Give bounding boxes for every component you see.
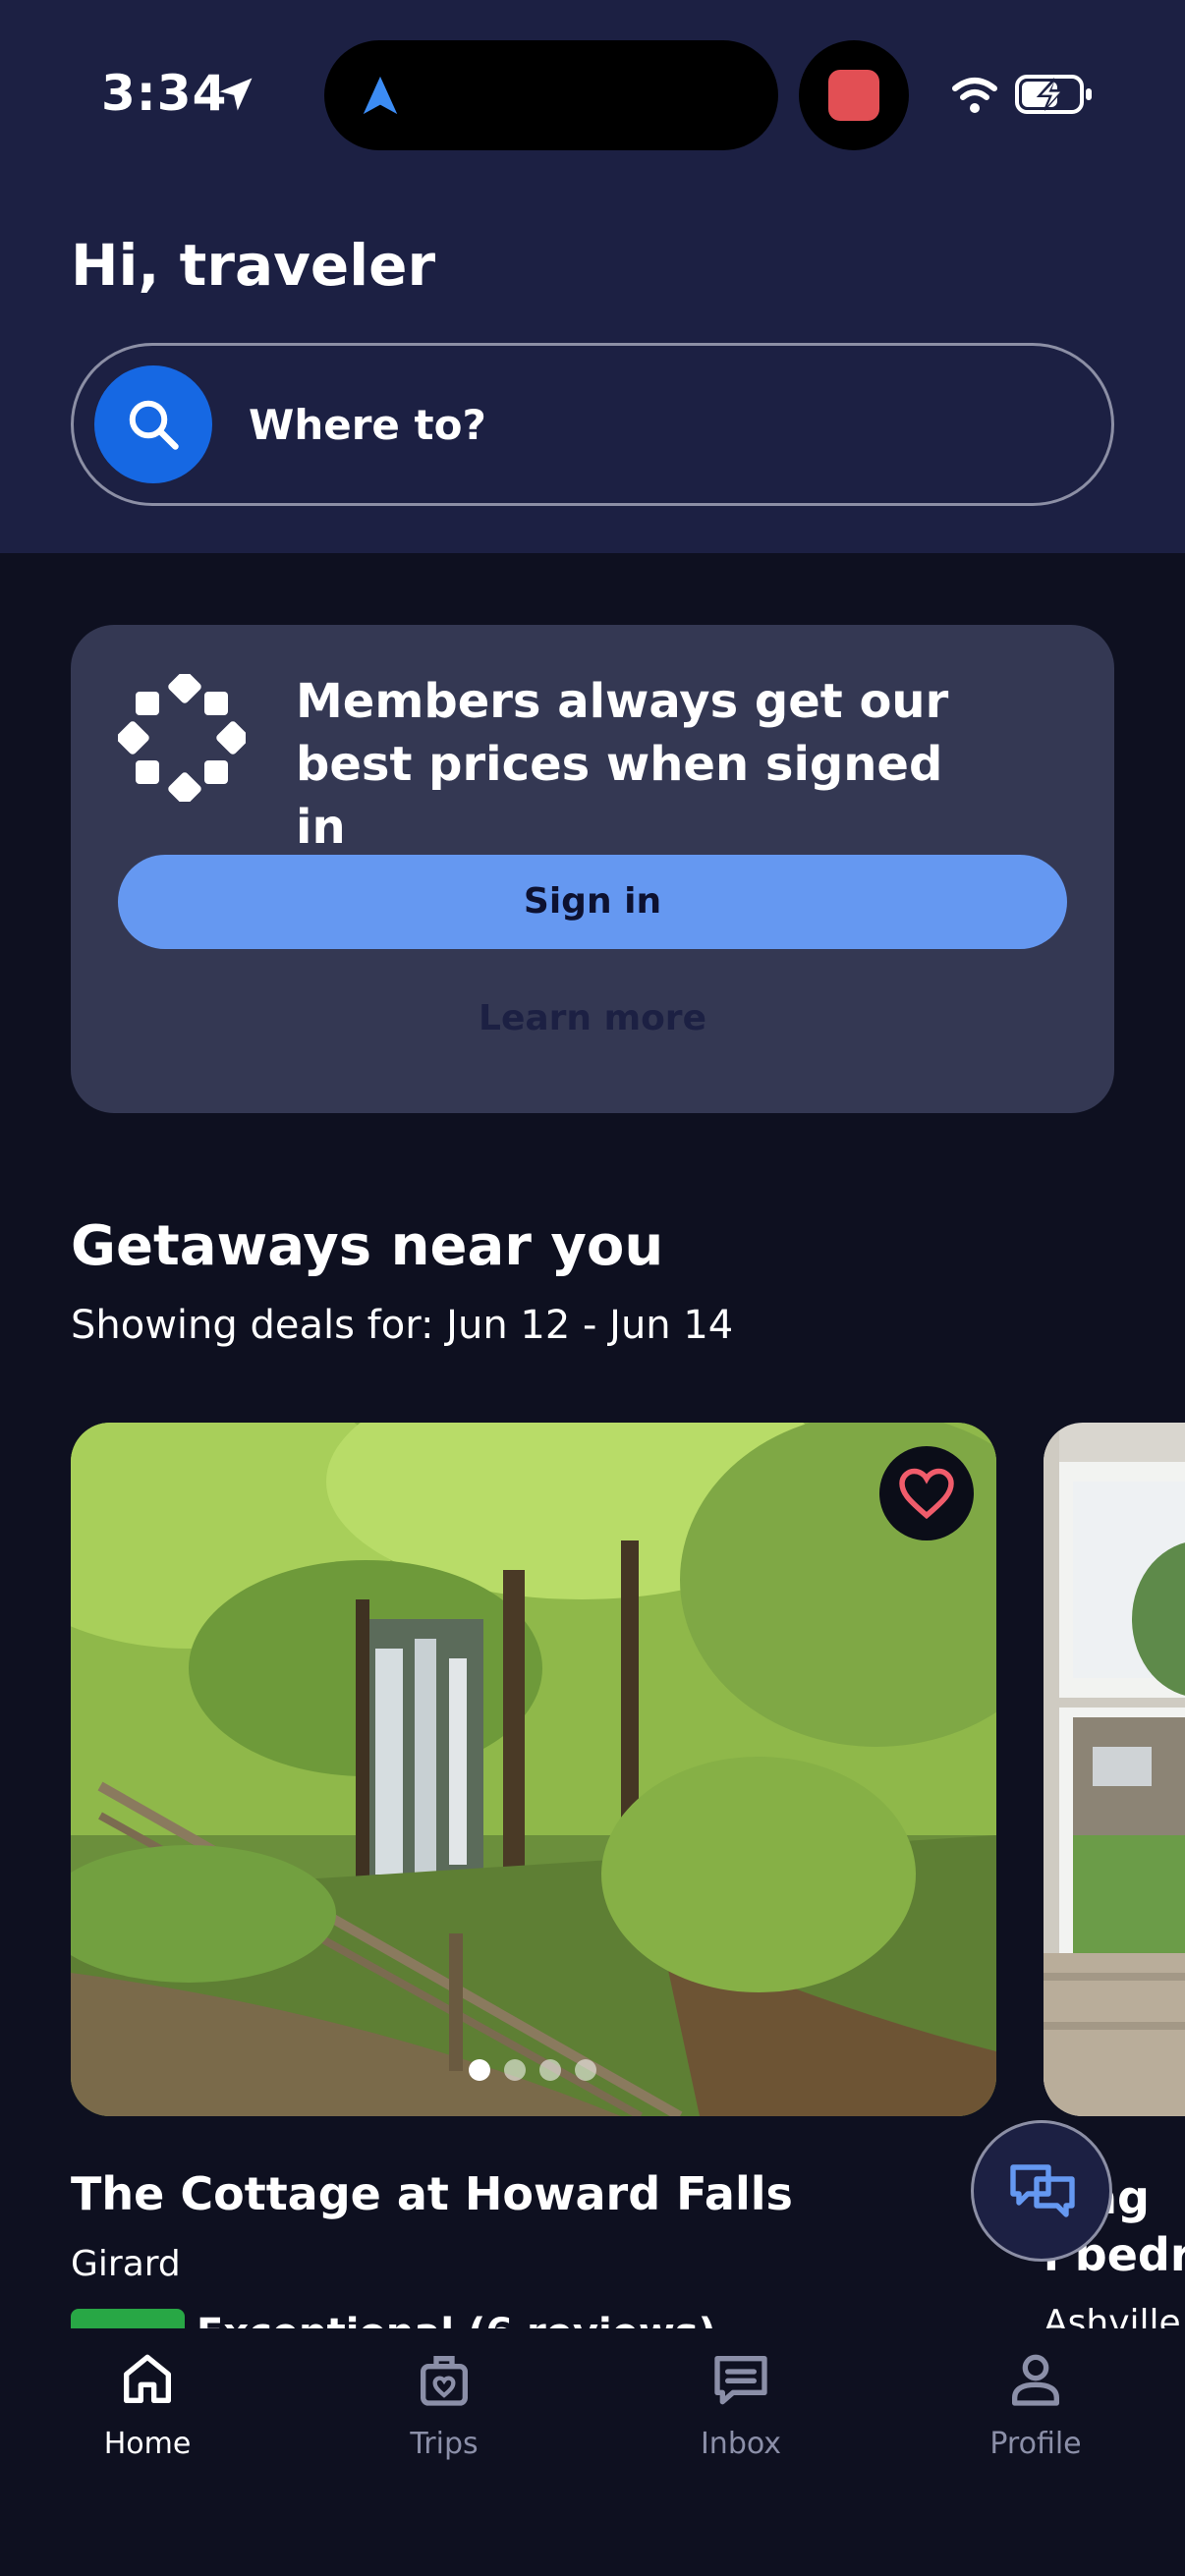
home-icon bbox=[123, 2354, 171, 2403]
nav-home-label: Home bbox=[103, 2427, 192, 2461]
member-rewards-icon bbox=[118, 674, 246, 802]
photo-carousel-dots bbox=[469, 2059, 596, 2081]
heart-icon bbox=[899, 1468, 954, 1520]
nav-inbox-label: Inbox bbox=[700, 2427, 782, 2461]
search-icon bbox=[129, 400, 179, 450]
nav-trips-label: Trips bbox=[410, 2427, 479, 2461]
battery-charging-icon bbox=[1015, 75, 1092, 114]
getaways-dates-subtitle: Showing deals for: Jun 12 - Jun 14 bbox=[71, 1303, 734, 1348]
carousel-dot[interactable] bbox=[539, 2059, 561, 2081]
member-prices-card: Members always get our best prices when … bbox=[71, 625, 1114, 1113]
trips-icon bbox=[421, 2356, 468, 2406]
learn-more-link[interactable]: Learn more bbox=[71, 998, 1114, 1038]
property-photo-waterfall[interactable] bbox=[71, 1423, 996, 2116]
favorite-button[interactable] bbox=[879, 1446, 974, 1540]
chat-assistant-button[interactable] bbox=[971, 2120, 1112, 2262]
chat-bubbles-icon bbox=[1010, 2164, 1075, 2217]
bottom-navigation: Home Trips Inbox Profile bbox=[0, 2328, 1185, 2576]
carousel-dot-active[interactable] bbox=[469, 2059, 490, 2081]
sign-in-button[interactable]: Sign in bbox=[118, 855, 1067, 949]
nav-trips[interactable]: Trips bbox=[346, 2348, 542, 2461]
greeting-title: Hi, traveler bbox=[71, 232, 436, 299]
destination-search-bar[interactable]: Where to? bbox=[71, 343, 1114, 506]
member-prices-message: Members always get our best prices when … bbox=[296, 674, 949, 855]
live-activity-icon bbox=[828, 70, 879, 121]
search-placeholder[interactable]: Where to? bbox=[249, 401, 486, 449]
porch-window-photo bbox=[1044, 1423, 1185, 2116]
nav-home[interactable]: Home bbox=[49, 2348, 246, 2461]
property-photo-porch[interactable] bbox=[1044, 1423, 1185, 2116]
navigation-app-icon bbox=[363, 76, 398, 115]
search-button[interactable] bbox=[94, 365, 212, 483]
wifi-icon bbox=[952, 78, 997, 113]
waterfall-forest-photo bbox=[71, 1423, 996, 2116]
carousel-dot[interactable] bbox=[504, 2059, 526, 2081]
profile-icon bbox=[1012, 2354, 1059, 2406]
getaways-section-title: Getaways near you bbox=[71, 1214, 664, 1278]
carousel-dot[interactable] bbox=[575, 2059, 596, 2081]
location-arrow-icon bbox=[219, 78, 253, 111]
nav-profile-label: Profile bbox=[989, 2427, 1082, 2461]
property-title[interactable]: The Cottage at Howard Falls bbox=[71, 2167, 793, 2220]
inbox-icon bbox=[714, 2356, 767, 2405]
status-time: 3:34 bbox=[101, 65, 228, 122]
nav-profile[interactable]: Profile bbox=[937, 2348, 1134, 2461]
nav-inbox[interactable]: Inbox bbox=[643, 2348, 839, 2461]
property-location: Girard bbox=[71, 2244, 181, 2284]
